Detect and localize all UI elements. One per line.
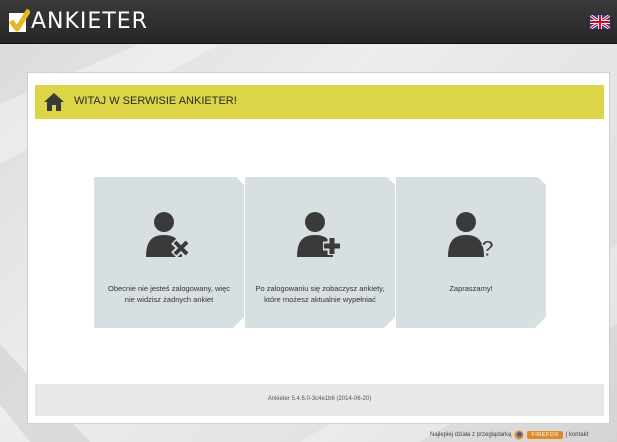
welcome-title: WITAJ W SERWISIE ANKIETER!	[74, 95, 237, 107]
main-panel: WITAJ W SERWISIE ANKIETER! Obecnie nie j…	[27, 72, 610, 424]
tile-text: Po zalogowaniu się zobaczysz ankiety, kt…	[255, 284, 385, 304]
user-plus-icon	[297, 212, 341, 257]
user-x-icon	[146, 212, 191, 258]
tile-not-logged-in: Obecnie nie jesteś zalogowany, więc nie …	[94, 177, 244, 328]
uk-flag-icon[interactable]	[590, 15, 610, 29]
tile-text: Obecnie nie jesteś zalogowany, więc nie …	[107, 284, 230, 304]
welcome-bar: WITAJ W SERWISIE ANKIETER!	[35, 85, 604, 119]
browser-recommendation: Najlepiej działa z przeglądarką FIREFOX …	[430, 430, 588, 440]
tile-login-info: Po zalogowaniu się zobaczysz ankiety, kt…	[245, 177, 395, 328]
browser-note-text: Najlepiej działa z przeglądarką	[430, 432, 512, 438]
logo-text: ANKIETER	[31, 8, 148, 34]
firefox-icon	[514, 430, 524, 440]
home-icon[interactable]	[43, 91, 65, 113]
firefox-badge[interactable]: FIREFOX	[527, 431, 563, 439]
svg-text:?: ?	[481, 236, 494, 259]
footer-bar: Ankieter 5.4.6.0-3c4e1b6 (2014-06-20)	[35, 384, 604, 416]
user-question-icon: ?	[448, 212, 494, 259]
contact-link[interactable]: | kontakt	[566, 432, 589, 438]
logo[interactable]: ANKIETER	[8, 8, 148, 34]
version-text: Ankieter 5.4.6.0-3c4e1b6 (2014-06-20)	[267, 396, 372, 402]
logo-check-icon	[9, 8, 30, 32]
tile-invitation: ? Zapraszamy!	[396, 177, 546, 328]
tile-text: Zapraszamy!	[449, 284, 493, 293]
top-bar: ANKIETER	[0, 0, 617, 44]
